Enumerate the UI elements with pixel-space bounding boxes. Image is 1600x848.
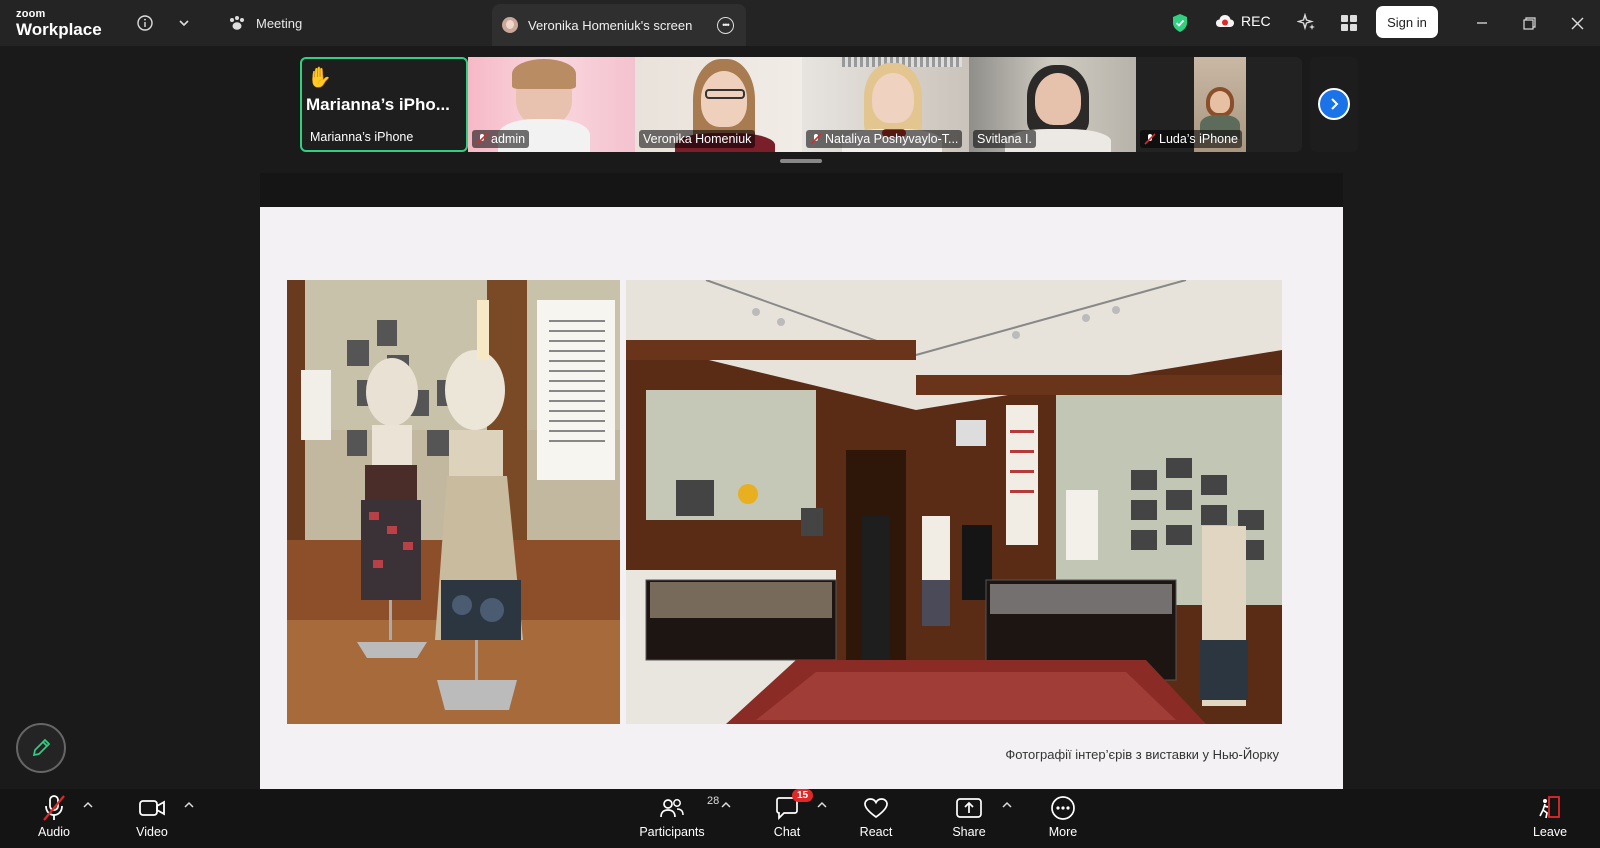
minimize-icon[interactable]	[1471, 12, 1493, 34]
next-page-button[interactable]	[1318, 88, 1350, 120]
participant-name: Luda’s iPhone	[1140, 130, 1243, 148]
mic-muted-icon	[1144, 133, 1156, 145]
video-button[interactable]: Video	[112, 793, 192, 839]
info-icon[interactable]	[134, 12, 156, 34]
participant-tile[interactable]: admin	[468, 57, 635, 152]
meeting-tab-label: Meeting	[256, 15, 303, 31]
chat-unread-badge: 15	[792, 789, 814, 802]
shared-slide: Фотографії інтер’єрів з виставки у Нью-Й…	[260, 207, 1343, 789]
restore-icon[interactable]	[1518, 12, 1540, 34]
exhibition-photo-right	[626, 280, 1282, 724]
ai-companion-icon[interactable]	[1296, 12, 1318, 34]
participant-name: admin	[472, 130, 530, 148]
screen-share-tab[interactable]: Veronika Homeniuk's screen •••	[492, 4, 746, 46]
mic-muted-icon	[41, 793, 67, 823]
zoom-workplace-logo: zoom Workplace	[16, 8, 102, 39]
apps-grid-icon[interactable]	[1338, 12, 1360, 34]
participant-name-text: Svitlana I.	[977, 132, 1032, 146]
participant-tile[interactable]: Nataliya Poshyvaylo-T...	[802, 57, 969, 152]
participant-strip: ✋ Marianna’s iPho... Marianna’s iPhone a…	[300, 57, 1358, 152]
participants-count: 28	[707, 795, 720, 807]
avatar	[502, 17, 518, 33]
share-label: Share	[952, 825, 986, 839]
shield-icon[interactable]	[1169, 12, 1191, 34]
sign-in-button[interactable]: Sign in	[1376, 6, 1438, 38]
pencil-icon	[32, 738, 51, 757]
chevron-down-icon[interactable]	[173, 12, 195, 34]
chat-button[interactable]: 15 Chat	[747, 789, 827, 839]
react-label: React	[859, 825, 893, 839]
participants-label: Participants	[639, 825, 705, 839]
shared-screen-header	[260, 173, 1343, 207]
react-button[interactable]: React	[836, 793, 916, 839]
chat-label: Chat	[773, 825, 801, 839]
participant-tile[interactable]: Luda’s iPhone	[1136, 57, 1302, 152]
chevron-right-icon	[1331, 98, 1339, 110]
video-camera-icon	[138, 793, 166, 823]
participant-name: Nataliya Poshyvaylo-T...	[806, 130, 963, 148]
mic-muted-icon	[810, 133, 822, 145]
more-label: More	[1048, 825, 1078, 839]
participant-name-text: Veronika Homeniuk	[643, 132, 752, 146]
participant-name-text: Marianna’s iPhone	[310, 130, 414, 144]
screen-tab-label: Veronika Homeniuk's screen	[528, 17, 693, 33]
paw-icon	[230, 16, 244, 30]
participant-name-text: admin	[491, 132, 526, 146]
audio-options-caret[interactable]	[82, 799, 94, 811]
annotate-button[interactable]	[16, 723, 66, 773]
meeting-tab[interactable]: Meeting	[228, 12, 302, 34]
slide-caption: Фотографії інтер’єрів з виставки у Нью-Й…	[1005, 747, 1279, 762]
chat-options-caret[interactable]	[816, 799, 828, 811]
share-screen-icon	[955, 793, 983, 823]
participant-name: Svitlana I.	[973, 130, 1036, 148]
participant-tile[interactable]: Svitlana I.	[969, 57, 1136, 152]
video-label: Video	[136, 825, 168, 839]
share-button[interactable]: Share	[929, 793, 1009, 839]
leave-label: Leave	[1532, 825, 1568, 839]
participant-name-text: Nataliya Poshyvaylo-T...	[825, 132, 959, 146]
participant-name: Marianna’s iPhone	[306, 128, 417, 146]
participant-display-name: Marianna’s iPho...	[306, 95, 450, 114]
participant-name: Veronika Homeniuk	[639, 130, 756, 148]
more-icon	[1050, 793, 1076, 823]
participants-options-caret[interactable]	[720, 799, 732, 811]
participants-icon: 28	[659, 793, 719, 823]
logo-line2: Workplace	[16, 20, 102, 39]
exhibition-photo-left	[287, 280, 620, 724]
participant-tile[interactable]: Veronika Homeniuk	[635, 57, 802, 152]
meeting-controls: Audio Video 28 Participants 15 Chat Reac…	[0, 789, 1600, 848]
title-bar: zoom Workplace Meeting Veronika Homeniuk…	[0, 0, 1600, 46]
more-button[interactable]: More	[1023, 793, 1103, 839]
chat-bubble-icon: 15	[774, 789, 814, 823]
leave-button[interactable]: Leave	[1510, 793, 1590, 839]
participants-button[interactable]: 28 Participants	[632, 793, 719, 839]
participant-name-text: Luda’s iPhone	[1159, 132, 1239, 146]
participant-tile[interactable]: ✋ Marianna’s iPho... Marianna’s iPhone	[300, 57, 468, 152]
cloud-record-icon	[1216, 15, 1234, 27]
video-options-caret[interactable]	[183, 799, 195, 811]
audio-label: Audio	[38, 825, 70, 839]
rec-label: REC	[1241, 13, 1271, 29]
exit-door-icon	[1537, 793, 1563, 823]
share-options-caret[interactable]	[1001, 799, 1013, 811]
close-icon[interactable]	[1566, 12, 1588, 34]
recording-indicator[interactable]: REC	[1215, 13, 1271, 29]
mic-muted-icon	[476, 133, 488, 145]
more-options-icon[interactable]: •••	[717, 17, 734, 34]
logo-line1: zoom	[16, 8, 46, 20]
raised-hand-icon: ✋	[307, 67, 332, 89]
strip-drag-handle[interactable]	[780, 159, 822, 163]
heart-icon	[863, 793, 889, 823]
